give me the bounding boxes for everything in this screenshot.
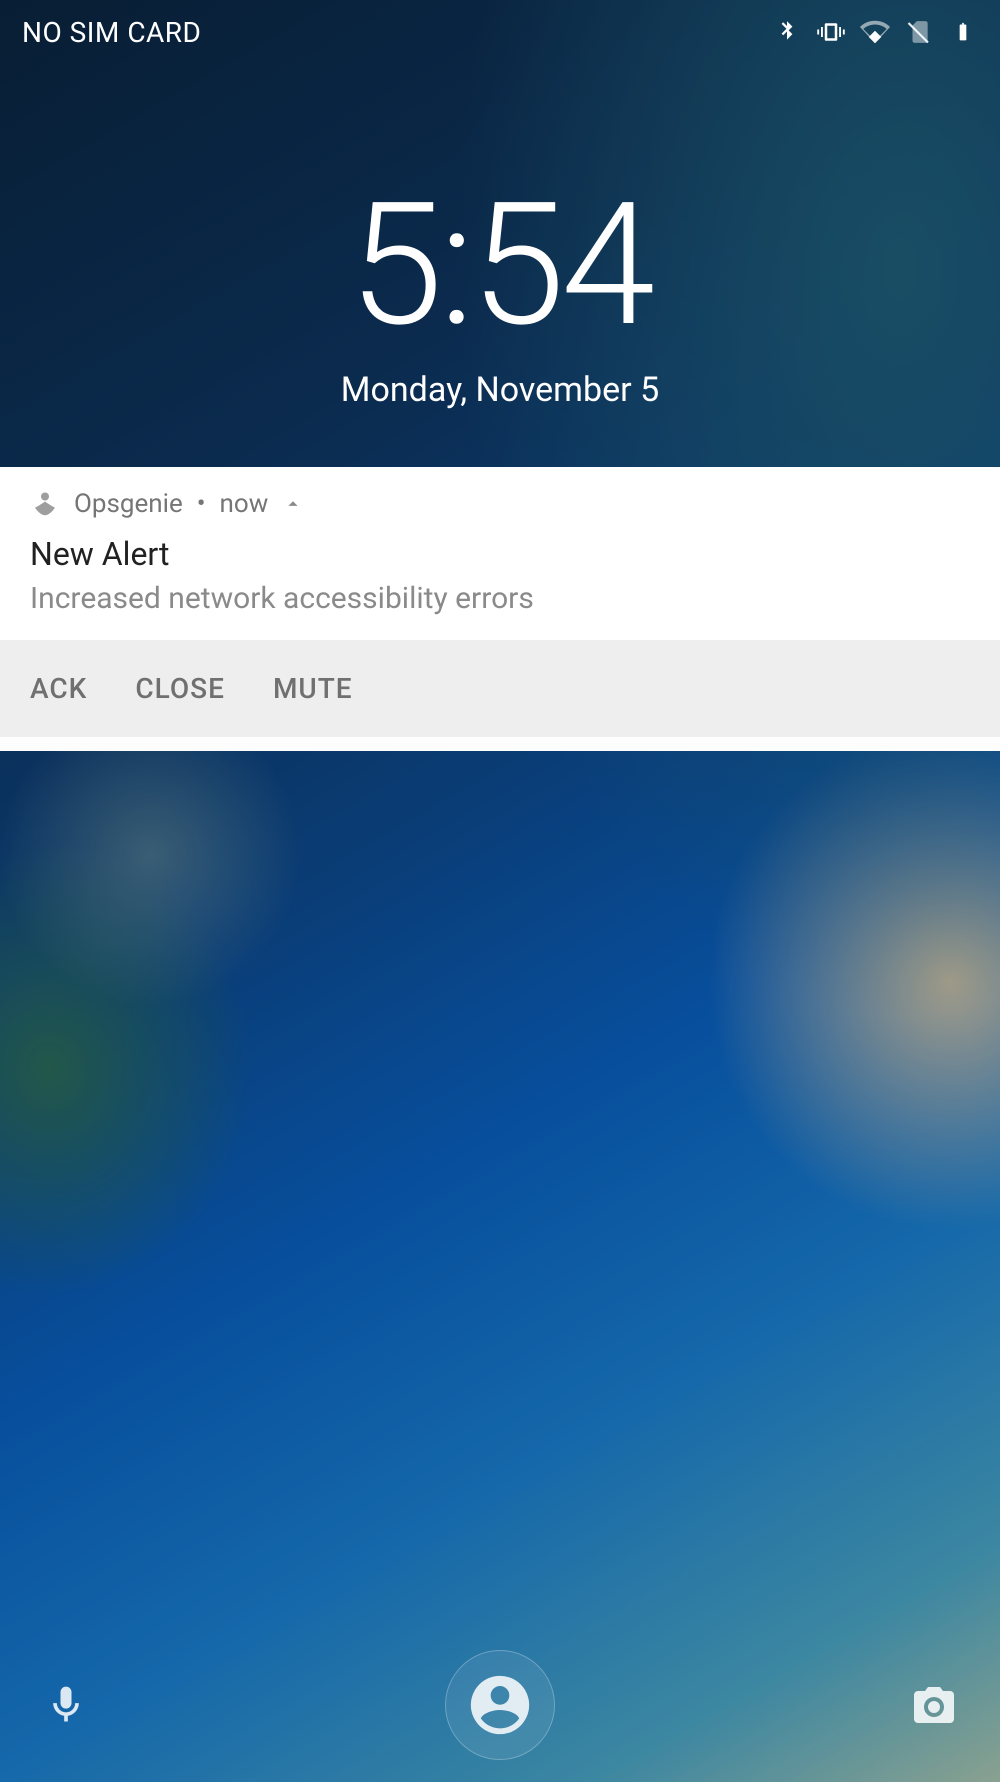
notification-actions: ACK CLOSE MUTE [0,640,1000,737]
notification-title: New Alert [30,535,970,573]
notification-separator: • [197,489,206,519]
wifi-icon [860,17,890,47]
lockscreen-bottom-bar [0,1650,1000,1760]
close-button[interactable]: CLOSE [135,672,225,705]
user-icon [465,1670,535,1740]
notification-header[interactable]: Opsgenie • now [30,489,970,519]
notification-divider [0,737,1000,751]
status-bar: NO SIM CARD [0,0,1000,64]
vibrate-icon [816,17,846,47]
battery-icon [948,17,978,47]
clock-date: Monday, November 5 [341,370,659,410]
notification-content[interactable]: Opsgenie • now New Alert Increased netwo… [0,467,1000,640]
carrier-label: NO SIM CARD [22,16,201,49]
notification-card[interactable]: Opsgenie • now New Alert Increased netwo… [0,467,1000,751]
chevron-up-icon[interactable] [282,493,304,515]
opsgenie-app-icon [30,489,60,519]
bluetooth-icon [772,17,802,47]
user-switcher-button[interactable] [445,1650,555,1760]
clock-time: 5:54 [349,180,652,350]
lock-screen: NO SIM CARD 5:54 Monday, November 5 [0,0,1000,1782]
no-sim-icon [904,17,934,47]
status-icons [772,17,978,47]
clock-area: 5:54 Monday, November 5 [0,180,1000,410]
mic-icon[interactable] [40,1679,92,1731]
camera-icon[interactable] [908,1679,960,1731]
mute-button[interactable]: MUTE [273,672,353,705]
notification-timestamp: now [220,489,269,519]
notification-app-name: Opsgenie [74,489,183,519]
ack-button[interactable]: ACK [30,672,87,705]
notification-body: Increased network accessibility errors [30,581,970,616]
